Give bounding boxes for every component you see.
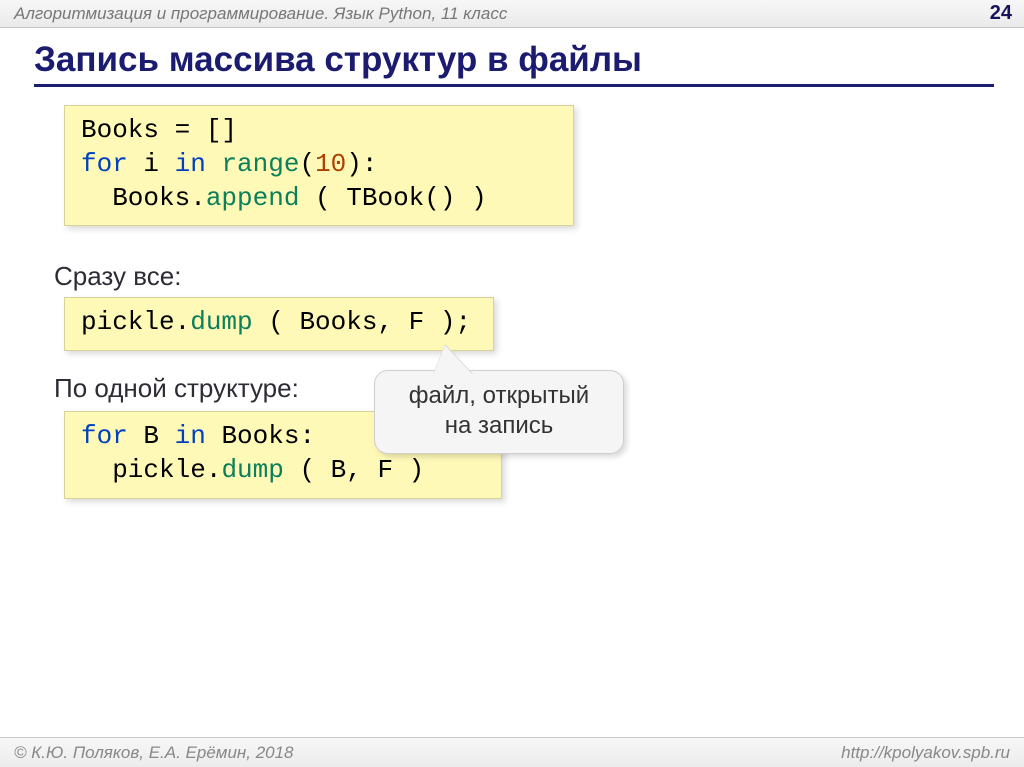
code-text: pickle. xyxy=(81,455,221,485)
code-text: ( xyxy=(299,149,315,179)
code-text: i xyxy=(128,149,175,179)
callout-line: файл, открытый xyxy=(387,381,611,411)
func-name: dump xyxy=(221,455,283,485)
page-number: 24 xyxy=(990,2,1012,25)
code-text: Books: xyxy=(206,421,315,451)
func-name: append xyxy=(206,183,300,213)
code-text: Books = [] xyxy=(81,115,237,145)
callout-bubble: файл, открытый на запись xyxy=(374,370,624,454)
code-block-2: pickle.dump ( Books, F ); xyxy=(64,297,494,351)
code-text: Books. xyxy=(81,183,206,213)
keyword: for xyxy=(81,421,128,451)
keyword: in xyxy=(175,149,206,179)
code-text: ): xyxy=(346,149,377,179)
code-block-1: Books = [] for i in range(10): Books.app… xyxy=(64,105,574,226)
code-text: ( Books, F ); xyxy=(253,307,471,337)
footer: © К.Ю. Поляков, Е.А. Ерёмин, 2018 http:/… xyxy=(0,737,1024,767)
number-literal: 10 xyxy=(315,149,346,179)
subtitle-each: По одной структуре: xyxy=(54,373,299,404)
subtitle-all: Сразу все: xyxy=(54,261,181,292)
page-title: Запись массива структур в файлы xyxy=(34,40,994,87)
func-name: range xyxy=(206,149,300,179)
code-text: ( TBook() ) xyxy=(299,183,486,213)
keyword: in xyxy=(175,421,206,451)
callout-line: на запись xyxy=(387,411,611,441)
footer-left: © К.Ю. Поляков, Е.А. Ерёмин, 2018 xyxy=(14,743,294,763)
topbar: Алгоритмизация и программирование. Язык … xyxy=(0,0,1024,28)
course-name: Алгоритмизация и программирование. Язык … xyxy=(14,4,507,24)
footer-right: http://kpolyakov.spb.ru xyxy=(841,743,1010,763)
keyword: for xyxy=(81,149,128,179)
func-name: dump xyxy=(190,307,252,337)
code-text: B xyxy=(128,421,175,451)
code-text: pickle. xyxy=(81,307,190,337)
slide: Алгоритмизация и программирование. Язык … xyxy=(0,0,1024,767)
code-text: ( B, F ) xyxy=(284,455,424,485)
